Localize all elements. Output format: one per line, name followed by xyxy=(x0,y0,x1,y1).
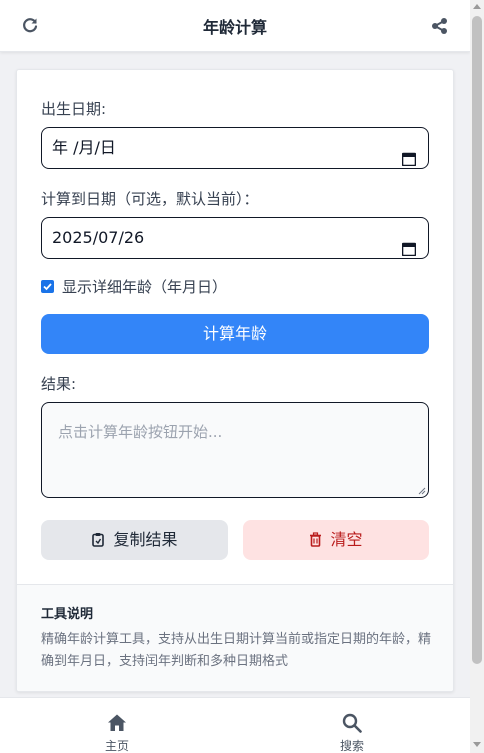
target-date-value: 2025/07/26 xyxy=(52,228,145,247)
search-icon xyxy=(342,713,362,733)
resize-handle-icon[interactable] xyxy=(418,487,426,495)
scroll-down-icon[interactable] xyxy=(473,742,481,747)
calculate-age-button[interactable]: 计算年龄 xyxy=(41,314,429,354)
share-icon[interactable] xyxy=(430,16,450,36)
birth-date-label: 出生日期: xyxy=(41,100,107,118)
home-icon xyxy=(108,714,126,731)
result-label: 结果: xyxy=(41,375,77,393)
tool-info-section: 工具说明 精确年龄计算工具，支持从出生日期计算当前或指定日期的年龄，精确到年月日… xyxy=(17,584,453,691)
tool-info-title: 工具说明 xyxy=(41,607,94,622)
scrollbar-thumb[interactable] xyxy=(472,16,482,664)
tool-info-description: 精确年龄计算工具，支持从出生日期计算当前或指定日期的年龄，精确到年月日，支持闰年… xyxy=(41,632,432,669)
birth-date-input[interactable]: 年 /月/日 xyxy=(41,127,429,169)
calendar-icon[interactable] xyxy=(401,231,417,257)
calculator-card: 出生日期: 年 /月/日 计算到日期（可选，默认当前）： 2025/07/26 … xyxy=(16,69,454,692)
page-title: 年龄计算 xyxy=(202,18,267,37)
scroll-up-icon[interactable] xyxy=(473,4,481,9)
clear-button-label: 清空 xyxy=(330,530,363,549)
target-date-input[interactable]: 2025/07/26 xyxy=(41,217,429,259)
target-date-label: 计算到日期（可选，默认当前）： xyxy=(41,190,259,208)
calendar-icon[interactable] xyxy=(401,141,417,167)
clear-button[interactable]: 清空 xyxy=(243,520,429,560)
copy-result-button[interactable]: 复制结果 xyxy=(41,520,228,560)
bottom-nav: 主页 搜索 xyxy=(0,697,470,753)
nav-item-search[interactable]: 搜索 xyxy=(322,698,382,753)
nav-item-home[interactable]: 主页 xyxy=(87,698,147,753)
clipboard-icon xyxy=(92,533,105,547)
nav-home-label: 主页 xyxy=(104,739,129,753)
birth-date-value: 年 /月/日 xyxy=(52,138,116,157)
nav-search-label: 搜索 xyxy=(339,739,364,753)
copy-button-label: 复制结果 xyxy=(113,530,178,549)
app-header: 年龄计算 xyxy=(0,0,470,52)
result-placeholder: 点击计算年龄按钮开始... xyxy=(58,423,223,441)
detail-age-checkbox[interactable] xyxy=(41,280,54,293)
trash-icon xyxy=(310,532,322,547)
result-textarea[interactable]: 点击计算年龄按钮开始... xyxy=(41,402,429,498)
detail-age-label: 显示详细年龄（年月日） xyxy=(62,278,228,296)
page-scrollbar[interactable] xyxy=(470,0,484,753)
